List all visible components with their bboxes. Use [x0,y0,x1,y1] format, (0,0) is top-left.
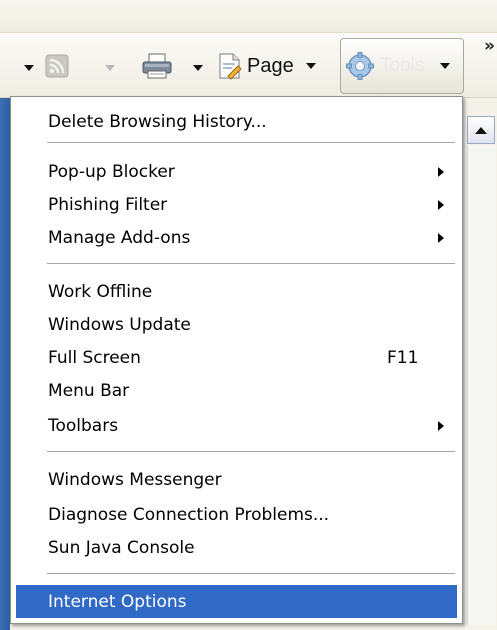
menu-item-sun-java-console[interactable]: Sun Java Console [16,533,457,563]
menu-item-popup-blocker[interactable]: Pop-up Blocker [16,157,457,187]
toolbar-overflow-button[interactable]: » [484,36,495,56]
menu-item-label: Pop-up Blocker [48,162,175,182]
menu-item-label: Menu Bar [48,381,130,401]
menu-item-menu-bar[interactable]: Menu Bar [16,376,457,406]
menu-item-internet-options[interactable]: Internet Options [16,585,457,618]
menu-item-label: Work Offline [48,282,153,302]
menu-item-label: Windows Messenger [48,470,222,490]
menu-item-label: Windows Update [48,315,191,335]
menu-item-label: Full Screen [48,348,141,368]
page-button[interactable]: Page [218,49,336,83]
chevron-down-icon [440,63,451,69]
menu-item-toolbars[interactable]: Toolbars [16,411,457,441]
menu-item-label: Diagnose Connection Problems... [48,505,330,525]
chevron-down-icon [193,65,203,71]
scroll-up-button[interactable] [467,116,495,144]
menu-separator [47,451,455,453]
menu-item-work-offline[interactable]: Work Offline [16,277,457,307]
menu-item-delete-browsing-history[interactable]: Delete Browsing History... [16,107,457,137]
menu-item-diagnose-connection-problems[interactable]: Diagnose Connection Problems... [16,500,457,530]
feeds-button[interactable] [44,53,70,79]
tools-button-label: Tools [380,55,425,76]
menu-item-phishing-filter[interactable]: Phishing Filter [16,190,457,220]
home-dropdown-button[interactable] [22,63,36,73]
print-button[interactable] [140,51,174,81]
menu-item-label: Toolbars [48,416,119,436]
submenu-arrow-icon [438,233,444,243]
submenu-arrow-icon [438,167,444,177]
menu-item-shortcut: F11 [387,348,419,368]
menu-separator [47,263,455,265]
page-button-label: Page [247,54,294,77]
gear-icon [346,52,374,80]
feeds-dropdown-button[interactable] [103,63,117,73]
rss-feed-icon [45,54,69,78]
menu-item-label: Delete Browsing History... [48,112,267,132]
menu-item-full-screen[interactable]: Full Screen F11 [16,343,457,373]
print-icon [142,53,172,79]
menu-item-label: Phishing Filter [48,195,168,215]
content-left-edge [0,98,10,630]
submenu-arrow-icon [438,200,444,210]
chevron-down-icon [305,63,316,69]
menu-item-label: Sun Java Console [48,538,195,558]
menu-separator [47,573,455,575]
menu-item-label: Manage Add-ons [48,228,191,248]
print-dropdown-button[interactable] [191,63,205,73]
tools-button[interactable]: Tools [340,38,464,94]
menu-item-label: Internet Options [48,591,187,612]
vertical-scrollbar[interactable] [467,145,496,625]
menu-item-windows-messenger[interactable]: Windows Messenger [16,465,457,495]
scroll-up-arrow-icon [475,126,487,134]
submenu-arrow-icon [438,421,444,431]
menu-item-windows-update[interactable]: Windows Update [16,310,457,340]
tools-menu: Delete Browsing History... Pop-up Blocke… [10,96,463,624]
title-strip [0,0,497,33]
menu-item-manage-addons[interactable]: Manage Add-ons [16,223,457,253]
chevron-down-icon [105,65,115,71]
menu-separator [47,142,455,144]
chevron-down-icon [24,65,34,71]
ie-window: Page Tools » Delete Browsing History... [0,0,497,630]
page-icon [219,53,242,80]
